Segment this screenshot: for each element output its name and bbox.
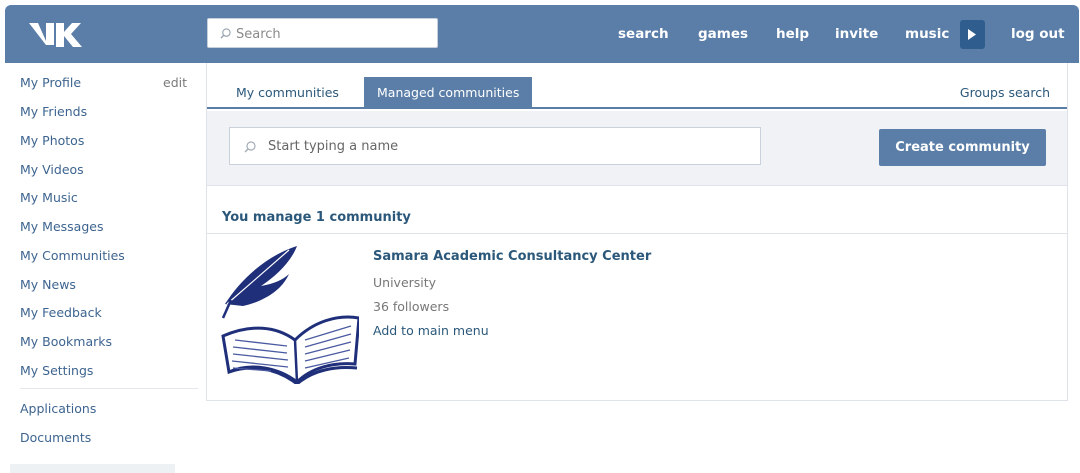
nav-games-link[interactable]: games — [698, 26, 748, 42]
nav-invite-link[interactable]: invite — [835, 26, 878, 42]
sidebar-item-applications[interactable]: Applications — [20, 401, 96, 416]
filter-area: Create community — [207, 111, 1067, 186]
music-play-button[interactable] — [960, 20, 985, 49]
sidebar-bottom-block — [10, 464, 175, 473]
community-type: University — [373, 275, 437, 290]
sidebar-item-my-settings[interactable]: My Settings — [20, 363, 93, 378]
nav-logout-link[interactable]: log out — [1011, 26, 1065, 42]
main-panel: My communities Managed communities Group… — [206, 63, 1068, 401]
community-item: Samara Academic Consultancy Center Unive… — [207, 239, 1067, 389]
top-header: search games help invite music log out — [5, 5, 1079, 63]
sidebar-item-my-feedback[interactable]: My Feedback — [20, 305, 102, 320]
community-tabs: My communities Managed communities Group… — [207, 63, 1067, 109]
section-divider — [207, 233, 1067, 234]
play-icon — [968, 29, 976, 40]
sidebar-divider — [20, 388, 198, 389]
header-search-box[interactable] — [207, 18, 438, 48]
vk-logo-icon[interactable] — [27, 19, 83, 51]
sidebar-item-my-music[interactable]: My Music — [20, 190, 78, 205]
nav-music-link[interactable]: music — [905, 26, 949, 42]
sidebar-item-my-photos[interactable]: My Photos — [20, 133, 84, 148]
sidebar-item-my-bookmarks[interactable]: My Bookmarks — [20, 334, 112, 349]
community-followers: 36 followers — [373, 299, 450, 314]
sidebar-item-my-friends[interactable]: My Friends — [20, 104, 87, 119]
profile-edit-link[interactable]: edit — [163, 75, 187, 90]
sidebar-item-documents[interactable]: Documents — [20, 430, 91, 445]
search-icon — [220, 28, 231, 39]
community-name-link[interactable]: Samara Academic Consultancy Center — [373, 249, 651, 264]
sidebar-item-my-news[interactable]: My News — [20, 277, 76, 292]
sidebar-item-my-videos[interactable]: My Videos — [20, 162, 84, 177]
nav-search-link[interactable]: search — [618, 26, 669, 42]
tab-my-communities[interactable]: My communities — [223, 77, 352, 109]
quill-book-icon[interactable] — [221, 244, 359, 384]
sidebar-item-my-communities[interactable]: My Communities — [20, 248, 125, 263]
groups-search-link[interactable]: Groups search — [960, 85, 1050, 100]
nav-help-link[interactable]: help — [776, 26, 809, 42]
add-to-main-menu-link[interactable]: Add to main menu — [373, 323, 489, 338]
header-search-input[interactable] — [236, 24, 431, 44]
tab-managed-communities[interactable]: Managed communities — [364, 77, 533, 109]
create-community-button[interactable]: Create community — [879, 129, 1046, 166]
sidebar-item-my-profile[interactable]: My Profile — [20, 75, 81, 90]
community-name-input[interactable] — [268, 136, 748, 156]
search-icon — [244, 141, 256, 153]
community-name-search[interactable] — [229, 127, 761, 165]
managed-count-heading: You manage 1 community — [222, 210, 411, 225]
sidebar-item-my-messages[interactable]: My Messages — [20, 219, 103, 234]
